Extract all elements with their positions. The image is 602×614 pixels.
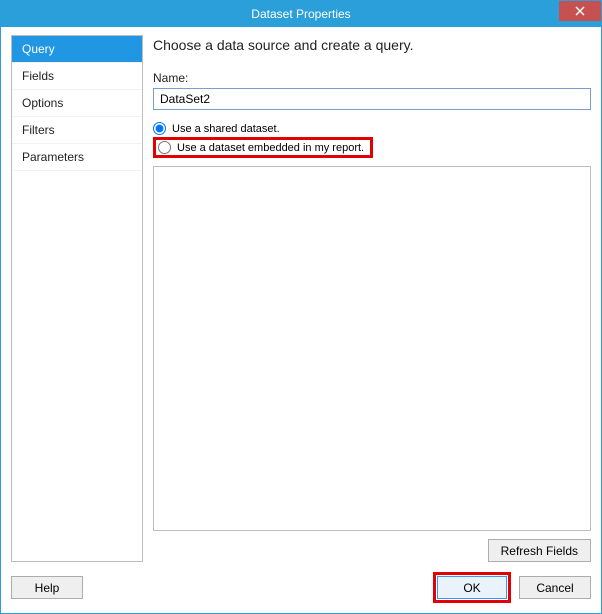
close-icon <box>575 6 585 16</box>
dialog-window: Dataset Properties Query Fields Options <box>0 0 602 614</box>
sidebar: Query Fields Options Filters Parameters <box>11 35 143 562</box>
sidebar-item-label: Parameters <box>22 150 84 164</box>
help-label: Help <box>35 581 60 595</box>
sidebar-item-parameters[interactable]: Parameters <box>12 144 142 171</box>
dataset-source-radios: Use a shared dataset. Use a dataset embe… <box>153 120 591 158</box>
radio-shared-label: Use a shared dataset. <box>172 123 280 135</box>
help-button[interactable]: Help <box>11 576 83 599</box>
refresh-row: Refresh Fields <box>153 539 591 562</box>
sidebar-item-label: Fields <box>22 69 54 83</box>
highlight-ok-button: OK <box>433 572 511 603</box>
sidebar-item-query[interactable]: Query <box>12 36 142 63</box>
radio-shared-dataset[interactable]: Use a shared dataset. <box>153 120 591 137</box>
close-button[interactable] <box>559 1 601 21</box>
cancel-button[interactable]: Cancel <box>519 576 591 599</box>
footer-right: OK Cancel <box>433 572 591 603</box>
radio-shared-input[interactable] <box>153 122 166 135</box>
cancel-label: Cancel <box>536 581 573 595</box>
ok-label: OK <box>463 581 480 595</box>
radio-embedded-dataset[interactable]: Use a dataset embedded in my report. <box>158 141 364 154</box>
refresh-fields-label: Refresh Fields <box>501 544 578 558</box>
sidebar-item-label: Filters <box>22 123 55 137</box>
radio-embedded-input[interactable] <box>158 141 171 154</box>
sidebar-item-label: Options <box>22 96 63 110</box>
highlight-embedded-option: Use a dataset embedded in my report. <box>153 137 373 158</box>
refresh-fields-button[interactable]: Refresh Fields <box>488 539 591 562</box>
sidebar-item-label: Query <box>22 42 55 56</box>
dataset-name-input[interactable] <box>153 88 591 110</box>
dialog-footer: Help OK Cancel <box>11 572 591 603</box>
sidebar-item-options[interactable]: Options <box>12 90 142 117</box>
name-label: Name: <box>153 71 591 85</box>
page-heading: Choose a data source and create a query. <box>153 37 591 53</box>
dataset-preview-area <box>153 166 591 531</box>
titlebar: Dataset Properties <box>1 1 601 27</box>
window-title: Dataset Properties <box>251 7 350 21</box>
ok-button[interactable]: OK <box>437 576 507 599</box>
dialog-body: Query Fields Options Filters Parameters … <box>1 27 601 613</box>
content-pane: Choose a data source and create a query.… <box>153 35 591 562</box>
sidebar-item-fields[interactable]: Fields <box>12 63 142 90</box>
main-row: Query Fields Options Filters Parameters … <box>11 35 591 562</box>
sidebar-item-filters[interactable]: Filters <box>12 117 142 144</box>
radio-embedded-label: Use a dataset embedded in my report. <box>177 142 364 154</box>
